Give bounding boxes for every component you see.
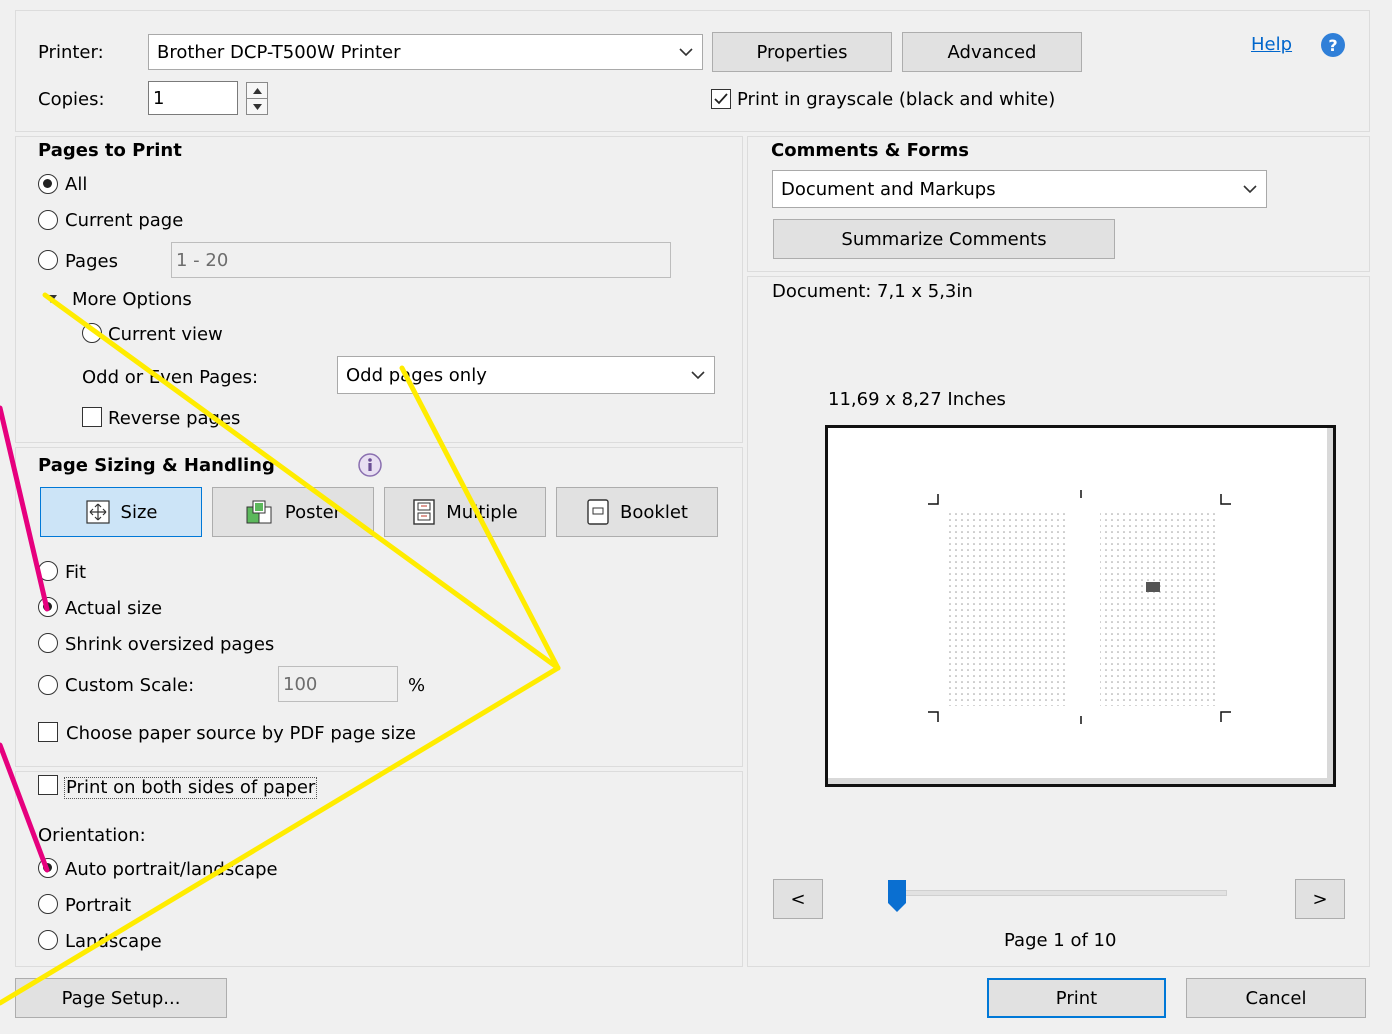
current-page-radio[interactable] xyxy=(38,210,58,230)
summarize-comments-button[interactable]: Summarize Comments xyxy=(773,219,1115,259)
next-page-button[interactable]: > xyxy=(1295,879,1345,919)
document-size-label: Document: 7,1 x 5,3in xyxy=(772,281,973,302)
checkmark-icon xyxy=(714,93,728,105)
portrait-radio[interactable] xyxy=(38,894,58,914)
stepper-up-icon[interactable] xyxy=(252,86,263,96)
chevron-down-icon xyxy=(1243,185,1257,194)
grayscale-checkbox[interactable] xyxy=(711,89,731,109)
info-icon[interactable] xyxy=(357,452,383,478)
page-indicator: Page 1 of 10 xyxy=(1004,930,1117,951)
odd-even-select-value: Odd pages only xyxy=(346,364,487,386)
grayscale-label[interactable]: Print in grayscale (black and white) xyxy=(737,91,1055,109)
current-view-radio[interactable] xyxy=(82,323,102,343)
tab-multiple[interactable]: Multiple xyxy=(384,487,546,537)
advanced-button[interactable]: Advanced xyxy=(902,32,1082,72)
printer-select[interactable]: Brother DCP-T500W Printer xyxy=(148,34,703,70)
page-setup-label: Page Setup... xyxy=(61,987,181,1009)
page-slider-track[interactable] xyxy=(895,890,1227,896)
help-link[interactable]: Help xyxy=(1251,36,1292,54)
fit-radio[interactable] xyxy=(38,561,58,581)
current-view-label[interactable]: Current view xyxy=(108,326,223,344)
custom-scale-radio[interactable] xyxy=(38,675,58,695)
tab-booklet-label: Booklet xyxy=(620,501,688,523)
pages-to-print-title: Pages to Print xyxy=(38,140,182,161)
printer-select-value: Brother DCP-T500W Printer xyxy=(157,41,401,63)
landscape-label[interactable]: Landscape xyxy=(65,933,162,951)
prev-page-button[interactable]: < xyxy=(773,879,823,919)
tab-poster-label: Poster xyxy=(284,501,342,523)
odd-even-label: Odd or Even Pages: xyxy=(82,367,259,388)
help-icon[interactable]: ? xyxy=(1320,32,1346,58)
paper-source-label[interactable]: Choose paper source by PDF page size xyxy=(66,725,416,743)
page-sizing-title: Page Sizing & Handling xyxy=(38,455,275,476)
copies-label: Copies: xyxy=(38,89,105,110)
cancel-label: Cancel xyxy=(1245,987,1307,1009)
multiple-icon xyxy=(413,499,435,525)
next-page-label: > xyxy=(1312,888,1328,910)
pages-radio[interactable] xyxy=(38,250,58,270)
printer-label: Printer: xyxy=(38,42,104,63)
both-sides-checkbox[interactable] xyxy=(38,775,58,795)
properties-button-label: Properties xyxy=(756,41,848,63)
comments-forms-select-value: Document and Markups xyxy=(781,178,996,200)
all-label[interactable]: All xyxy=(65,176,87,194)
landscape-radio[interactable] xyxy=(38,930,58,950)
actual-size-radio[interactable] xyxy=(38,597,58,617)
tab-size[interactable]: Size xyxy=(40,487,202,537)
comments-forms-title: Comments & Forms xyxy=(771,140,969,161)
both-sides-label[interactable]: Print on both sides of paper xyxy=(63,777,318,799)
auto-orientation-radio[interactable] xyxy=(38,858,58,878)
comments-forms-select[interactable]: Document and Markups xyxy=(772,170,1267,208)
custom-scale-input[interactable]: 100 xyxy=(278,666,398,702)
prev-page-label: < xyxy=(790,888,806,910)
chevron-down-icon xyxy=(691,371,705,380)
tab-size-label: Size xyxy=(120,501,158,523)
custom-scale-value: 100 xyxy=(283,673,318,695)
copies-value: 1 xyxy=(153,87,165,109)
preview-page xyxy=(825,425,1336,787)
fit-label[interactable]: Fit xyxy=(65,564,86,582)
orientation-label: Orientation: xyxy=(38,825,146,846)
stepper-down-icon[interactable] xyxy=(252,102,263,112)
tab-booklet[interactable]: Booklet xyxy=(556,487,718,537)
copies-input[interactable]: 1 xyxy=(148,81,238,115)
properties-button[interactable]: Properties xyxy=(712,32,892,72)
summarize-comments-label: Summarize Comments xyxy=(841,228,1047,250)
more-options-label[interactable]: More Options xyxy=(72,291,192,309)
actual-size-label[interactable]: Actual size xyxy=(65,600,162,618)
current-page-label[interactable]: Current page xyxy=(65,212,183,230)
poster-icon xyxy=(246,500,272,524)
preview-thumbnail xyxy=(928,490,1231,724)
all-radio[interactable] xyxy=(38,174,58,194)
shrink-radio[interactable] xyxy=(38,633,58,653)
chevron-down-icon xyxy=(679,48,693,57)
svg-text:?: ? xyxy=(1328,36,1337,55)
cancel-button[interactable]: Cancel xyxy=(1186,978,1366,1018)
booklet-icon xyxy=(587,499,609,525)
collapse-triangle-icon[interactable] xyxy=(44,294,58,304)
page-slider-thumb[interactable] xyxy=(887,879,907,913)
tab-multiple-label: Multiple xyxy=(446,501,518,523)
paper-source-checkbox[interactable] xyxy=(38,722,58,742)
auto-orientation-label[interactable]: Auto portrait/landscape xyxy=(65,861,278,879)
pages-range-input[interactable]: 1 - 20 xyxy=(171,242,671,278)
portrait-label[interactable]: Portrait xyxy=(65,897,131,915)
odd-even-select[interactable]: Odd pages only xyxy=(337,356,715,394)
pages-label[interactable]: Pages xyxy=(65,253,118,271)
tab-poster[interactable]: Poster xyxy=(212,487,374,537)
copies-stepper[interactable] xyxy=(246,82,268,115)
reverse-pages-checkbox[interactable] xyxy=(82,407,102,427)
size-icon xyxy=(85,500,110,524)
custom-scale-label[interactable]: Custom Scale: xyxy=(65,677,194,695)
percent-label: % xyxy=(408,675,426,696)
paper-size-label: 11,69 x 8,27 Inches xyxy=(828,389,1006,410)
reverse-pages-label[interactable]: Reverse pages xyxy=(108,410,240,428)
page-setup-button[interactable]: Page Setup... xyxy=(15,978,227,1018)
advanced-button-label: Advanced xyxy=(947,41,1037,63)
print-label: Print xyxy=(1055,987,1098,1009)
print-button[interactable]: Print xyxy=(987,978,1166,1018)
pages-range-value: 1 - 20 xyxy=(176,249,229,271)
shrink-label[interactable]: Shrink oversized pages xyxy=(65,636,274,654)
